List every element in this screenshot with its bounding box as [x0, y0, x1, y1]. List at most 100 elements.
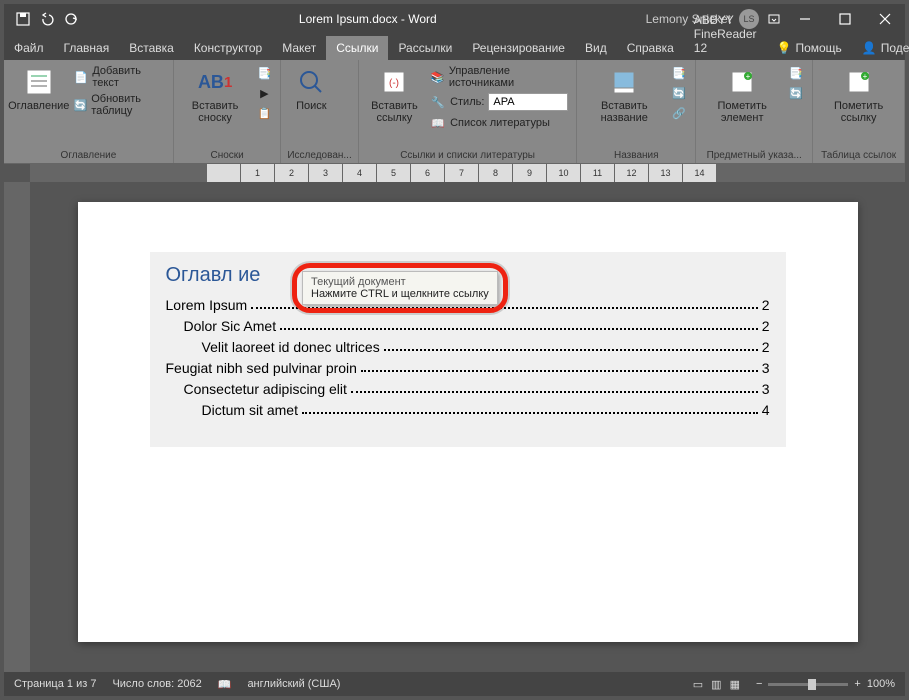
style-icon: 🔧 [430, 94, 446, 110]
mark-citation-icon: + [843, 66, 875, 98]
zoom-in-icon[interactable]: + [854, 678, 860, 690]
read-mode-icon[interactable]: ▭ [693, 678, 703, 691]
sources-icon: 📚 [430, 69, 445, 85]
window-controls [785, 4, 905, 34]
toc-entry[interactable]: Feugiat nibh sed pulvinar proin 3 [166, 360, 770, 376]
ribbon-group-authorities: + Пометить ссылку Таблица ссылок [813, 60, 905, 163]
citation-style-select[interactable]: 🔧 Стиль: [428, 92, 570, 112]
bibliography-icon: 📖 [430, 115, 446, 131]
toc-entry-text: Lorem Ipsum [166, 297, 248, 313]
tab-view[interactable]: Вид [575, 36, 617, 60]
update-figures-button[interactable]: 🔄 [669, 84, 689, 102]
toc-entry[interactable]: Velit laoreet id donec ultrices2 [166, 339, 770, 355]
toc-entry-page: 2 [762, 318, 770, 334]
window-title: Lorem Ipsum.docx - Word [90, 12, 646, 26]
insert-caption-button[interactable]: Вставить название [583, 64, 665, 126]
save-icon[interactable] [16, 12, 30, 26]
titlebar: Lorem Ipsum.docx - Word Lemony Snicket L… [4, 4, 905, 34]
document-scroll[interactable]: Оглавл ие Lorem Ipsum2Dolor Sic Amet2Vel… [30, 182, 905, 672]
ribbon-group-captions: Вставить название 📑 🔄 🔗 Названия [577, 60, 696, 163]
tab-insert[interactable]: Вставка [119, 36, 184, 60]
horizontal-ruler[interactable]: 1234567891011121314 [30, 164, 905, 182]
insert-index-button[interactable]: 📑 [786, 64, 806, 82]
tab-help[interactable]: Справка [617, 36, 684, 60]
show-notes-button[interactable]: 📋 [254, 104, 274, 122]
language-status[interactable]: английский (США) [247, 678, 340, 690]
toc-entry[interactable]: Consectetur adipiscing elit3 [166, 381, 770, 397]
add-text-icon: 📄 [74, 69, 89, 85]
print-layout-icon[interactable]: ▥ [711, 678, 721, 691]
help-button[interactable]: 💡Помощь [766, 36, 851, 60]
zoom-slider[interactable] [768, 683, 848, 686]
ribbon-group-toc: Оглавление 📄Добавить текст 🔄Обновить таб… [4, 60, 174, 163]
word-count[interactable]: Число слов: 2062 [112, 678, 201, 690]
page-count[interactable]: Страница 1 из 7 [14, 678, 96, 690]
next-footnote-button[interactable]: ▶ [254, 84, 274, 102]
tab-design[interactable]: Конструктор [184, 36, 272, 60]
redo-icon[interactable] [64, 12, 78, 26]
spell-check-icon[interactable]: 📖 [218, 678, 232, 691]
ribbon: Оглавление 📄Добавить текст 🔄Обновить таб… [4, 60, 905, 164]
endnote-button[interactable]: 📑 [254, 64, 274, 82]
toc-entry[interactable]: Dolor Sic Amet 2 [166, 318, 770, 334]
tab-file[interactable]: Файл [4, 36, 54, 60]
ribbon-group-research: Поиск Исследован... [281, 60, 358, 163]
share-icon: 👤 [862, 41, 877, 55]
mark-citation-button[interactable]: + Пометить ссылку [819, 64, 898, 126]
update-index-button[interactable]: 🔄 [786, 84, 806, 102]
add-text-button[interactable]: 📄Добавить текст [72, 64, 167, 90]
tab-references[interactable]: Ссылки [326, 36, 388, 60]
update-icon: 🔄 [74, 97, 88, 113]
insert-footnote-button[interactable]: AB1 Вставить сноску [180, 64, 251, 126]
ribbon-tabs: Файл Главная Вставка Конструктор Макет С… [4, 34, 905, 60]
svg-text:+: + [862, 72, 867, 81]
zoom-value[interactable]: 100% [867, 678, 895, 690]
hyperlink-tooltip: Текущий документ Нажмите CTRL и щелкните… [302, 271, 498, 305]
ribbon-options-icon[interactable] [767, 12, 781, 26]
quick-access-toolbar [4, 12, 90, 26]
mark-entry-button[interactable]: + Пометить элемент [702, 64, 782, 126]
share-button[interactable]: 👤Поделиться [852, 36, 909, 60]
toc-button[interactable]: Оглавление [10, 64, 68, 114]
search-icon [295, 66, 327, 98]
svg-text:+: + [746, 72, 751, 81]
endnote-icon: 📑 [256, 65, 272, 81]
annotation-highlight [292, 263, 508, 313]
tab-review[interactable]: Рецензирование [462, 36, 575, 60]
toc-entry[interactable]: Dictum sit amet 4 [166, 402, 770, 418]
footnote-icon: AB1 [199, 66, 231, 98]
update-table-button[interactable]: 🔄Обновить таблицу [72, 92, 167, 118]
style-input[interactable] [488, 93, 568, 111]
undo-icon[interactable] [40, 12, 54, 26]
view-buttons: ▭ ▥ ▦ [693, 678, 740, 691]
insert-citation-button[interactable]: (-) Вставить ссылку [365, 64, 424, 126]
close-button[interactable] [865, 4, 905, 34]
web-layout-icon[interactable]: ▦ [730, 678, 740, 691]
vertical-ruler[interactable] [4, 182, 30, 672]
toc-entry-page: 4 [762, 402, 770, 418]
toc-entry-page: 3 [762, 381, 770, 397]
search-button[interactable]: Поиск [287, 64, 335, 114]
zoom-control[interactable]: − + 100% [756, 678, 895, 690]
tab-layout[interactable]: Макет [272, 36, 326, 60]
ribbon-group-citations: (-) Вставить ссылку 📚Управление источник… [359, 60, 578, 163]
toc-entry-text: Velit laoreet id donec ultrices [202, 339, 380, 355]
svg-text:(-): (-) [389, 78, 399, 89]
figures-table-button[interactable]: 📑 [669, 64, 689, 82]
toc-entry-text: Dolor Sic Amet [184, 318, 277, 334]
zoom-out-icon[interactable]: − [756, 678, 762, 690]
tab-home[interactable]: Главная [54, 36, 120, 60]
next-footnote-icon: ▶ [256, 85, 272, 101]
toc-entry-page: 3 [762, 360, 770, 376]
tab-abbyy[interactable]: ABBYY FineReader 12 [684, 8, 767, 60]
maximize-button[interactable] [825, 4, 865, 34]
minimize-button[interactable] [785, 4, 825, 34]
citation-icon: (-) [378, 66, 410, 98]
manage-sources-button[interactable]: 📚Управление источниками [428, 64, 570, 90]
toc-entry-text: Dictum sit amet [202, 402, 298, 418]
mark-entry-icon: + [726, 66, 758, 98]
bibliography-button[interactable]: 📖Список литературы [428, 114, 570, 132]
toc-entry-text: Feugiat nibh sed pulvinar proin [166, 360, 357, 376]
cross-ref-button[interactable]: 🔗 [669, 104, 689, 122]
tab-mailings[interactable]: Рассылки [388, 36, 462, 60]
